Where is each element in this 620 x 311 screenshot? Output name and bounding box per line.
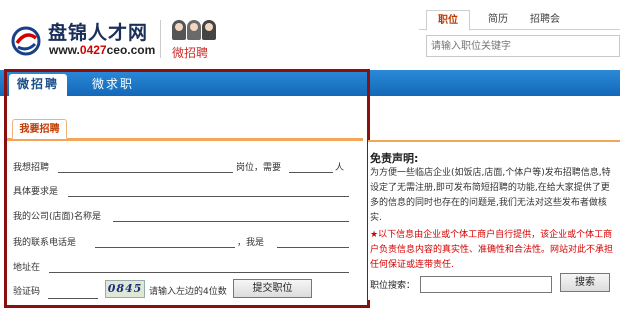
search-tab-jobs[interactable]: 职位 — [426, 10, 470, 31]
company-name-label: 我的公司(店面)名称是 — [13, 212, 102, 222]
captcha-image[interactable]: 0845 — [105, 280, 145, 298]
requirements-label: 具体要求是 — [13, 187, 59, 197]
form-tab-post-job[interactable]: 我要招聘 — [12, 119, 67, 139]
contact-role-label: ，我是 — [237, 238, 265, 248]
captcha-hint: 请输入左边的4位数 — [149, 287, 227, 297]
position-field[interactable] — [58, 172, 233, 173]
job-search-bar: 职位搜索： 搜索 — [370, 273, 620, 294]
nav-tab-micro-hiring[interactable]: 微招聘 — [9, 74, 67, 96]
disclaimer-panel: 免责声明: 为方便一些临店企业(如饭店,店面,个体户等)发布招聘信息,特设定了无… — [368, 140, 620, 300]
want-hire-label: 我想招聘 — [13, 163, 50, 173]
disclaimer-warning: ★以下信息由企业或个体工商户自行提供，该企业或个体工商户负责信息内容的真实性、准… — [370, 230, 614, 270]
headcount-field[interactable] — [289, 172, 333, 173]
job-search-label: 职位搜索： — [370, 281, 416, 291]
site-url-domain: ceo.com — [106, 43, 156, 57]
site-header: 盘锦人才网 www.0427ceo.com 微招聘 职位 简历 招聘会 — [0, 0, 620, 66]
verify-code-label: 验证码 — [13, 287, 41, 297]
keyword-search-input[interactable] — [426, 35, 620, 57]
site-url-prefix: www. — [49, 43, 80, 57]
company-name-field[interactable] — [113, 221, 349, 222]
job-search-button[interactable]: 搜索 — [560, 273, 610, 292]
position-count-label: 岗位，需要 — [236, 163, 282, 173]
address-label: 地址在 — [13, 263, 41, 273]
submit-job-button[interactable]: 提交职位 — [233, 279, 312, 298]
job-search-input[interactable] — [420, 276, 552, 293]
disclaimer-body: 为方便一些临店企业(如饭店,店面,个体户等)发布招聘信息,特设定了无需注册,即可… — [370, 168, 611, 223]
search-tabs: 职位 简历 招聘会 — [419, 10, 620, 31]
address-field[interactable] — [49, 272, 349, 273]
requirements-field[interactable] — [68, 196, 349, 197]
site-logo-title[interactable]: 盘锦人才网 — [48, 18, 148, 45]
person-avatar — [202, 20, 216, 40]
phone-label: 我的联系电话是 — [13, 238, 77, 248]
main-nav: 微招聘 微求职 — [0, 70, 620, 96]
people-photo-icon — [172, 20, 216, 40]
disclaimer-title: 免责声明: — [370, 152, 419, 165]
sub-brand-label: 微招聘 — [172, 46, 209, 60]
verify-code-input[interactable] — [48, 284, 98, 299]
nav-tab-micro-jobseeking[interactable]: 微求职 — [84, 74, 142, 96]
site-url[interactable]: www.0427ceo.com — [49, 43, 155, 57]
person-avatar — [172, 20, 186, 40]
search-tab-resumes[interactable]: 简历 — [483, 10, 513, 30]
site-url-code: 0427 — [79, 43, 107, 57]
people-unit-label: 人 — [335, 163, 345, 173]
phone-field[interactable] — [95, 247, 235, 248]
logo-swirl-icon — [11, 26, 41, 56]
post-job-form: 我要招聘 我想招聘 岗位，需要 人 具体要求是 我的公司(店面)名称是 我的联系… — [4, 96, 363, 307]
contact-role-field[interactable] — [277, 247, 349, 248]
person-avatar — [187, 20, 201, 40]
top-search: 职位 简历 招聘会 — [419, 10, 620, 62]
search-tab-job-fairs[interactable]: 招聘会 — [528, 10, 562, 30]
logo-divider — [160, 20, 161, 58]
